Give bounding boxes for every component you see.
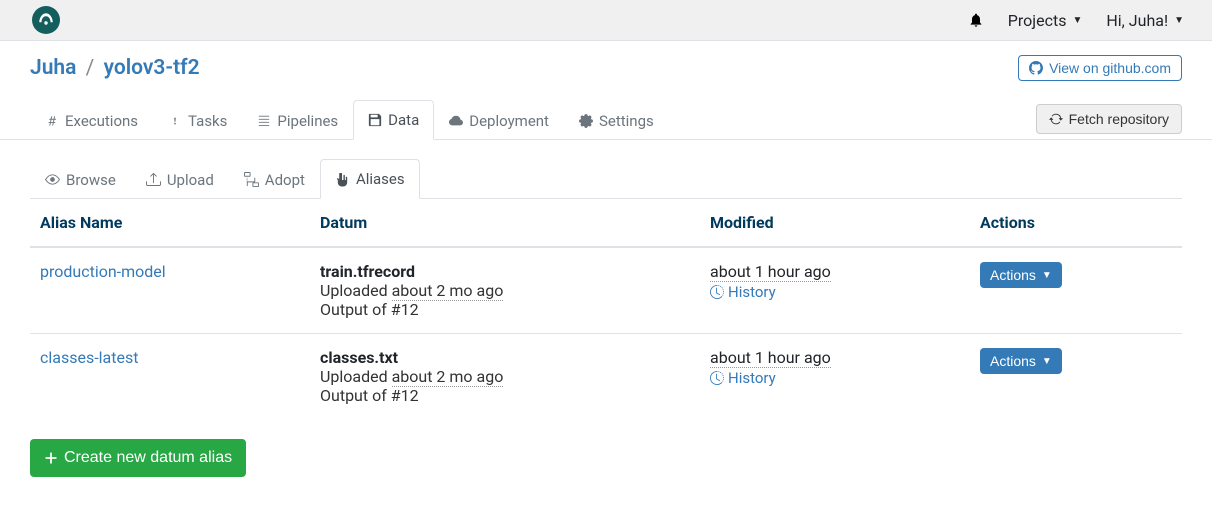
fetch-repository-button[interactable]: Fetch repository (1036, 104, 1182, 134)
tab-pipelines-label: Pipelines (277, 112, 338, 130)
tabs-row: Executions Tasks Pipelines Data Deployme… (0, 99, 1212, 140)
github-button-label: View on github.com (1049, 60, 1171, 76)
adopt-icon (244, 172, 259, 187)
subtab-upload-label: Upload (167, 171, 214, 189)
col-actions: Actions (970, 199, 1182, 247)
topbar: Projects ▼ Hi, Juha! ▼ (0, 0, 1212, 41)
subtab-aliases-label: Aliases (356, 170, 405, 188)
tab-executions[interactable]: Executions (30, 100, 153, 140)
tab-deployment[interactable]: Deployment (434, 100, 564, 140)
plus-icon (44, 451, 58, 465)
breadcrumb-owner[interactable]: Juha (30, 56, 76, 80)
history-icon (710, 285, 724, 299)
table-row: classes-latest classes.txt Uploaded abou… (30, 334, 1182, 420)
logo-icon (37, 11, 55, 29)
aliases-table: Alias Name Datum Modified Actions produc… (30, 199, 1182, 419)
pointer-icon (335, 172, 350, 187)
tab-data-label: Data (388, 111, 419, 129)
breadcrumb-row: Juha / yolov3-tf2 View on github.com (0, 41, 1212, 95)
data-subtabs: Browse Upload Adopt Aliases (30, 158, 1182, 199)
subtab-adopt-label: Adopt (265, 171, 305, 189)
notifications-icon[interactable] (968, 12, 984, 28)
save-icon (368, 113, 382, 127)
row-actions-button[interactable]: Actions ▼ (980, 262, 1062, 288)
modified-ago: about 1 hour ago (710, 348, 831, 368)
alias-link[interactable]: classes-latest (40, 348, 138, 367)
history-label: History (728, 369, 776, 387)
tab-pipelines[interactable]: Pipelines (242, 100, 353, 140)
subtab-upload[interactable]: Upload (131, 159, 229, 199)
datum-name: classes.txt (320, 348, 690, 367)
tab-data[interactable]: Data (353, 100, 434, 140)
alias-link[interactable]: production-model (40, 262, 166, 281)
tab-settings-label: Settings (599, 112, 654, 130)
list-icon (257, 114, 271, 128)
logo[interactable] (32, 6, 60, 34)
history-link[interactable]: History (710, 283, 776, 301)
datum-name: train.tfrecord (320, 262, 690, 281)
github-icon (1029, 61, 1043, 75)
upload-icon (146, 172, 161, 187)
subtabs-row: Browse Upload Adopt Aliases (0, 158, 1212, 199)
eye-icon (45, 172, 60, 187)
greeting-label: Hi, Juha! (1106, 11, 1168, 30)
row-actions-button[interactable]: Actions ▼ (980, 348, 1062, 374)
modified-ago: about 1 hour ago (710, 262, 831, 282)
fetch-label: Fetch repository (1069, 111, 1169, 127)
col-datum: Datum (310, 199, 700, 247)
breadcrumb-project[interactable]: yolov3-tf2 (104, 56, 200, 80)
tab-settings[interactable]: Settings (564, 100, 669, 140)
datum-output: Output of #12 (320, 300, 690, 319)
subtab-adopt[interactable]: Adopt (229, 159, 320, 199)
subtab-browse-label: Browse (66, 171, 116, 189)
breadcrumb-separator: / (86, 56, 95, 80)
hash-icon (45, 114, 59, 128)
datum-uploaded: Uploaded about 2 mo ago (320, 367, 690, 386)
caret-down-icon: ▼ (1174, 15, 1184, 26)
caret-down-icon: ▼ (1072, 15, 1082, 26)
topbar-right: Projects ▼ Hi, Juha! ▼ (968, 11, 1200, 30)
datum-output: Output of #12 (320, 386, 690, 405)
history-label: History (728, 283, 776, 301)
exclamation-icon (168, 114, 182, 128)
tab-executions-label: Executions (65, 112, 138, 130)
projects-label: Projects (1008, 11, 1067, 30)
caret-down-icon: ▼ (1042, 270, 1052, 281)
actions-label: Actions (990, 267, 1036, 283)
datum-uploaded: Uploaded about 2 mo ago (320, 281, 690, 300)
history-icon (710, 371, 724, 385)
tab-tasks[interactable]: Tasks (153, 100, 242, 140)
actions-label: Actions (990, 353, 1036, 369)
projects-menu[interactable]: Projects ▼ (1008, 11, 1083, 30)
main-tabs: Executions Tasks Pipelines Data Deployme… (30, 99, 669, 139)
col-alias: Alias Name (30, 199, 310, 247)
view-on-github-button[interactable]: View on github.com (1018, 55, 1182, 81)
user-menu[interactable]: Hi, Juha! ▼ (1106, 11, 1184, 30)
tab-deployment-label: Deployment (469, 112, 549, 130)
create-alias-button[interactable]: Create new datum alias (30, 439, 246, 477)
subtab-browse[interactable]: Browse (30, 159, 131, 199)
history-link[interactable]: History (710, 369, 776, 387)
gear-icon (579, 114, 593, 128)
table-header-row: Alias Name Datum Modified Actions (30, 199, 1182, 247)
col-modified: Modified (700, 199, 970, 247)
subtab-aliases[interactable]: Aliases (320, 159, 420, 199)
cloud-icon (449, 114, 463, 128)
caret-down-icon: ▼ (1042, 356, 1052, 367)
table-row: production-model train.tfrecord Uploaded… (30, 247, 1182, 334)
content-area: Alias Name Datum Modified Actions produc… (0, 199, 1212, 419)
tab-tasks-label: Tasks (188, 112, 227, 130)
breadcrumb: Juha / yolov3-tf2 (30, 56, 200, 80)
refresh-icon (1049, 112, 1063, 126)
create-button-label: Create new datum alias (64, 449, 232, 467)
